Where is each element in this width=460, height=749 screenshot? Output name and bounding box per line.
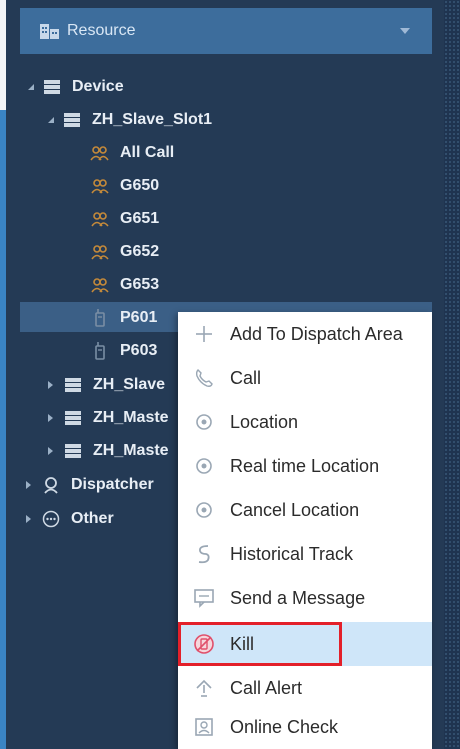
- tree-label: G652: [120, 243, 160, 260]
- expand-arrow-icon[interactable]: [26, 515, 31, 523]
- call-alert-icon: [192, 676, 216, 700]
- tree-node-collapsed[interactable]: ZH_Maste: [48, 436, 169, 466]
- menu-item-real-time-location[interactable]: Real time Location: [178, 444, 432, 488]
- kill-highlight-outline: [178, 622, 342, 666]
- tree-label: ZH_Maste: [93, 442, 169, 459]
- device-icon: [63, 409, 83, 427]
- menu-item-add-to-dispatch-area[interactable]: Add To Dispatch Area: [178, 312, 432, 356]
- resource-dropdown[interactable]: Resource: [20, 8, 432, 54]
- device-icon: [63, 442, 83, 460]
- menu-item-call[interactable]: Call: [178, 356, 432, 400]
- menu-item-label: Real time Location: [230, 455, 380, 476]
- tree-label: ZH_Maste: [93, 409, 169, 426]
- menu-item-call-alert[interactable]: Call Alert: [178, 666, 432, 710]
- tree-node-dispatcher[interactable]: Dispatcher: [26, 470, 154, 500]
- tree-node-group[interactable]: G651: [90, 204, 159, 234]
- location-icon: [192, 454, 216, 478]
- menu-item-online-check[interactable]: Online Check: [178, 705, 432, 749]
- expand-arrow-icon[interactable]: [48, 414, 53, 422]
- tree-label: G650: [120, 177, 160, 194]
- message-icon: [192, 586, 216, 610]
- menu-item-historical-track[interactable]: Historical Track: [178, 532, 432, 576]
- menu-item-label: Add To Dispatch Area: [230, 323, 403, 344]
- panel-accent-strip: [0, 110, 6, 749]
- expand-arrow-icon[interactable]: [48, 447, 53, 455]
- group-icon: [90, 276, 110, 294]
- menu-item-label: Online Check: [230, 716, 339, 737]
- phone-icon: [192, 366, 216, 390]
- group-call-icon: [90, 144, 110, 162]
- tree-label: P601: [120, 309, 158, 326]
- track-icon: [192, 542, 216, 566]
- tree-node-collapsed[interactable]: ZH_Maste: [48, 403, 169, 433]
- tree-node-other[interactable]: Other: [26, 504, 114, 534]
- tree-node-group[interactable]: G653: [90, 270, 159, 300]
- collapse-arrow-icon[interactable]: [48, 117, 54, 123]
- online-check-icon: [192, 715, 216, 739]
- tree-label: G653: [120, 276, 160, 293]
- tree-label: P603: [120, 342, 158, 359]
- menu-item-label: Historical Track: [230, 543, 354, 564]
- location-icon: [192, 498, 216, 522]
- menu-item-label: Location: [230, 411, 299, 432]
- device-icon: [42, 78, 62, 96]
- group-icon: [90, 210, 110, 228]
- context-menu: Add To Dispatch Area Call Location Real …: [178, 312, 432, 749]
- tree-node-collapsed[interactable]: ZH_Slave: [48, 370, 165, 400]
- panel-splitter[interactable]: [444, 0, 460, 749]
- menu-item-label: Send a Message: [230, 587, 366, 608]
- tree-node-terminal[interactable]: P603: [90, 336, 157, 366]
- radio-terminal-icon: [90, 342, 110, 360]
- menu-item-label: Call Alert: [230, 677, 303, 698]
- tree-label: Device: [72, 78, 124, 95]
- chevron-down-icon: [400, 28, 410, 34]
- dispatcher-icon: [41, 476, 61, 494]
- tree-node-slot1[interactable]: ZH_Slave_Slot1: [48, 105, 212, 135]
- menu-item-label: Cancel Location: [230, 499, 360, 520]
- radio-terminal-icon: [90, 309, 110, 327]
- more-icon: [41, 510, 61, 528]
- plus-icon: [192, 322, 216, 346]
- tree-node-terminal-selected[interactable]: P601: [90, 303, 157, 333]
- tree-label: ZH_Slave: [93, 376, 166, 393]
- expand-arrow-icon[interactable]: [48, 381, 53, 389]
- resource-title: Resource: [67, 22, 136, 39]
- menu-item-location[interactable]: Location: [178, 400, 432, 444]
- tree-label: Other: [71, 510, 114, 527]
- group-icon: [90, 243, 110, 261]
- tree-node-all-call[interactable]: All Call: [90, 138, 174, 168]
- menu-item-send-a-message[interactable]: Send a Message: [178, 576, 432, 620]
- tree-node-device[interactable]: Device: [28, 72, 124, 102]
- menu-item-label: Call: [230, 367, 262, 388]
- tree-node-group[interactable]: G652: [90, 237, 159, 267]
- device-icon: [63, 376, 83, 394]
- location-icon: [192, 410, 216, 434]
- tree-label: Dispatcher: [71, 476, 154, 493]
- menu-item-cancel-location[interactable]: Cancel Location: [178, 488, 432, 532]
- device-icon: [62, 111, 82, 129]
- building-icon: [39, 20, 61, 42]
- tree-label: All Call: [120, 144, 175, 161]
- tree-node-group[interactable]: G650: [90, 171, 159, 201]
- group-icon: [90, 177, 110, 195]
- tree-label: ZH_Slave_Slot1: [92, 111, 213, 128]
- collapse-arrow-icon[interactable]: [28, 84, 34, 90]
- tree-label: G651: [120, 210, 160, 227]
- expand-arrow-icon[interactable]: [26, 481, 31, 489]
